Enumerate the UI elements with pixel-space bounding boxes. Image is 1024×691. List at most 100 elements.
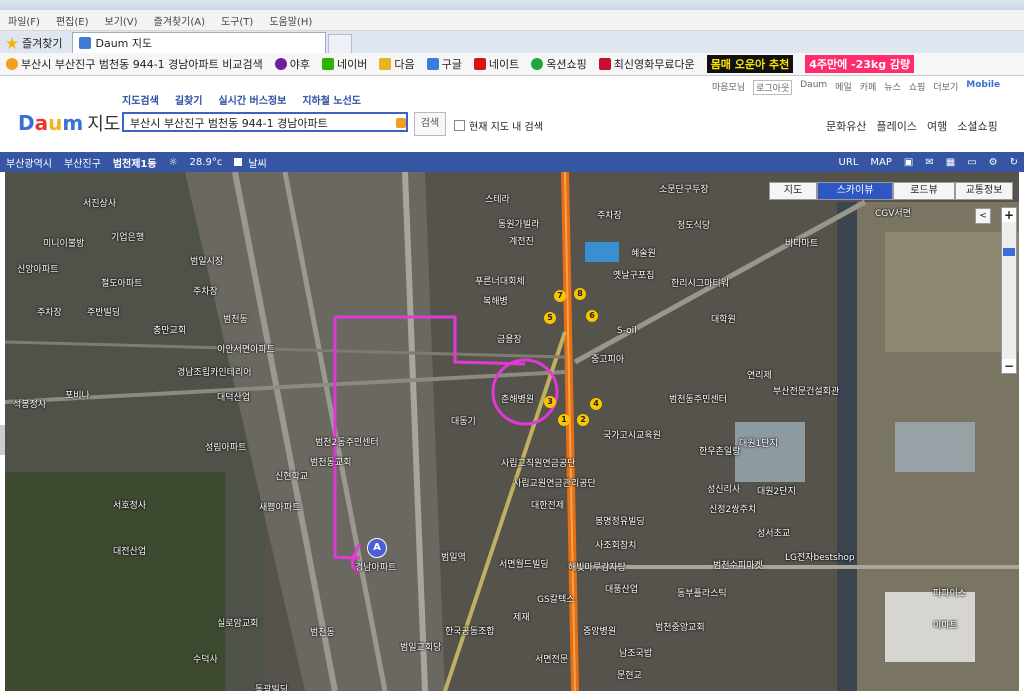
map-label[interactable]: 옛날구포집 (613, 268, 654, 281)
menu-tools[interactable]: 도구(T) (213, 13, 261, 28)
map-label[interactable]: 실로암교회 (217, 616, 258, 629)
map-label[interactable]: 연리제 (747, 368, 772, 381)
map-label[interactable]: 범천수피마켓 (713, 558, 763, 571)
map-label[interactable]: 범천동 (310, 625, 335, 638)
map-label[interactable]: 혜술원 (631, 246, 656, 259)
map-label[interactable]: 범천2동주민센터 (315, 435, 379, 448)
map-label[interactable]: 해빛마루감자탕 (568, 560, 626, 573)
link-shopping[interactable]: 쇼핑 (909, 80, 926, 95)
map-label[interactable]: CGV서면 (875, 206, 911, 219)
grid-icon[interactable]: ▦ (940, 157, 961, 168)
subway-exit-4[interactable]: 4 (590, 398, 602, 410)
map-label[interactable]: 소문단구두장 (659, 182, 709, 195)
map-label[interactable]: 청도식당 (677, 218, 710, 231)
search-input[interactable]: 부산시 부산진구 범천동 944-1 경남아파트 (122, 112, 408, 132)
toolbar-movie[interactable]: 최신영화무료다운 (593, 56, 701, 72)
mode-skyview-button[interactable]: 스카이뷰 (817, 182, 893, 200)
map-label[interactable]: 경남조립카인테리어 (177, 365, 252, 378)
link-news[interactable]: 뉴스 (884, 80, 901, 95)
map-label[interactable]: 동광빌딩 (255, 682, 288, 691)
menu-help[interactable]: 도움말(H) (261, 13, 320, 28)
menu-view[interactable]: 보기(V) (97, 13, 146, 28)
tab-daum-map[interactable]: Daum 지도 (72, 32, 327, 53)
map-label[interactable]: 신현학교 (275, 469, 308, 482)
link-social-shopping[interactable]: 소셜쇼핑 (957, 118, 997, 134)
subway-exit-1[interactable]: 1 (558, 414, 570, 426)
map-label[interactable]: 동부플라스틱 (677, 586, 727, 599)
mail-icon[interactable]: ✉ (919, 157, 939, 168)
toolbar-address-item[interactable]: 부산시 부산진구 범천동 944-1 경남아파트 비교검색 (0, 56, 269, 72)
zoom-handle[interactable] (1003, 248, 1015, 256)
zoom-out-button[interactable]: − (1002, 359, 1016, 373)
tab-bus-info[interactable]: 실시간 버스정보 (218, 92, 286, 107)
map-label[interactable]: 이안서면아파트 (217, 342, 275, 355)
map-label[interactable]: 범일교회당 (400, 640, 441, 653)
map-label[interactable]: 중앙병원 (583, 624, 616, 637)
map-label[interactable]: 포비나 (65, 388, 90, 401)
tab-subway-map[interactable]: 지하철 노선도 (302, 92, 361, 107)
measure-icon[interactable]: ▭ (961, 157, 982, 168)
new-tab-button[interactable] (328, 34, 353, 53)
map-label[interactable]: 중고피아 (591, 352, 624, 365)
map-button[interactable]: MAP (864, 157, 898, 168)
map-label[interactable]: 복해병 (483, 294, 508, 307)
map-label[interactable]: 동원가빌라 (498, 217, 539, 230)
subway-exit-7[interactable]: 7 (554, 290, 566, 302)
zoom-in-button[interactable]: + (1002, 208, 1016, 222)
settings-icon[interactable]: ⚙ (983, 157, 1004, 168)
map-label[interactable]: 한리시그마티워 (671, 276, 729, 289)
zoom-slider[interactable]: + − (1001, 207, 1017, 374)
link-place[interactable]: 플레이스 (876, 118, 916, 134)
region-city[interactable]: 부산광역시 (0, 155, 58, 170)
map-label[interactable]: 대원1단지 (739, 436, 778, 449)
search-button[interactable]: 검색 (414, 112, 446, 136)
map-label[interactable]: 범천동교회 (310, 455, 351, 468)
map-label[interactable]: 주차장 (37, 305, 62, 318)
map-label[interactable]: 문현교 (617, 668, 642, 681)
mode-traffic-button[interactable]: 교통정보 (955, 182, 1013, 200)
map-label[interactable]: 계전진 (509, 234, 534, 247)
map-label[interactable]: 서호정사 (113, 498, 146, 511)
toolbar-nate[interactable]: 네이트 (468, 56, 525, 72)
current-map-search-option[interactable]: 현재 지도 내 검색 (454, 118, 543, 133)
subway-exit-5[interactable]: 5 (544, 312, 556, 324)
subway-exit-3[interactable]: 3 (544, 396, 556, 408)
map-label[interactable]: 철도아파트 (101, 276, 142, 289)
sky-view-map[interactable]: 서진상사 기업은행 미니이불방 신앙아파트 철도아파트 범일시장 주차장 주차장 주반빌딩 범천동… (5, 172, 1019, 691)
map-label[interactable]: 파파이스 (933, 586, 966, 599)
map-label[interactable]: 주차장 (597, 208, 622, 221)
map-label[interactable]: 대덕산업 (217, 390, 250, 403)
toolbar-naver[interactable]: 네이버 (316, 56, 373, 72)
toolbar-google[interactable]: 구글 (421, 56, 468, 72)
map-label[interactable]: 성신리사 (707, 482, 740, 495)
map-label[interactable]: 미니이불방 (43, 236, 84, 249)
map-label[interactable]: 주반빌딩 (87, 305, 120, 318)
toolbar-ad-2[interactable]: 4주만에 -23kg 감량 (799, 55, 920, 73)
tab-directions[interactable]: 길찾기 (175, 92, 203, 107)
map-label[interactable]: 대풍산업 (605, 582, 638, 595)
map-label[interactable]: 신앙아파트 (17, 262, 58, 275)
subway-exit-8[interactable]: 8 (574, 288, 586, 300)
mode-map-button[interactable]: 지도 (769, 182, 817, 200)
region-district[interactable]: 부산진구 (58, 155, 107, 170)
link-mobile[interactable]: Mobile (966, 80, 1000, 95)
map-label[interactable]: 범일역 (441, 550, 466, 563)
pan-left-button[interactable]: < (975, 208, 991, 224)
map-label[interactable]: GS칼텍스 (537, 592, 575, 605)
menu-favorites[interactable]: 즐겨찾기(A) (146, 13, 213, 28)
map-label[interactable]: 서진상사 (83, 196, 116, 209)
map-label[interactable]: 제재 (513, 610, 530, 623)
refresh-icon[interactable]: ↻ (1004, 157, 1024, 168)
map-label[interactable]: 국가고시교육원 (603, 428, 661, 441)
url-button[interactable]: URL (833, 157, 865, 168)
map-label[interactable]: 사조회참치 (595, 538, 636, 551)
link-mail[interactable]: 메일 (835, 80, 852, 95)
toolbar-daum[interactable]: 다음 (373, 56, 420, 72)
map-label[interactable]: 금용장 (497, 332, 522, 345)
map-label[interactable]: 부산전문건설회관 (773, 384, 839, 397)
link-more[interactable]: 더보기 (933, 80, 958, 95)
map-label[interactable]: 대한전제 (531, 498, 564, 511)
map-label[interactable]: 바다마트 (785, 236, 818, 249)
mode-roadview-button[interactable]: 로드뷰 (893, 182, 955, 200)
print-icon[interactable]: ▣ (898, 157, 919, 168)
